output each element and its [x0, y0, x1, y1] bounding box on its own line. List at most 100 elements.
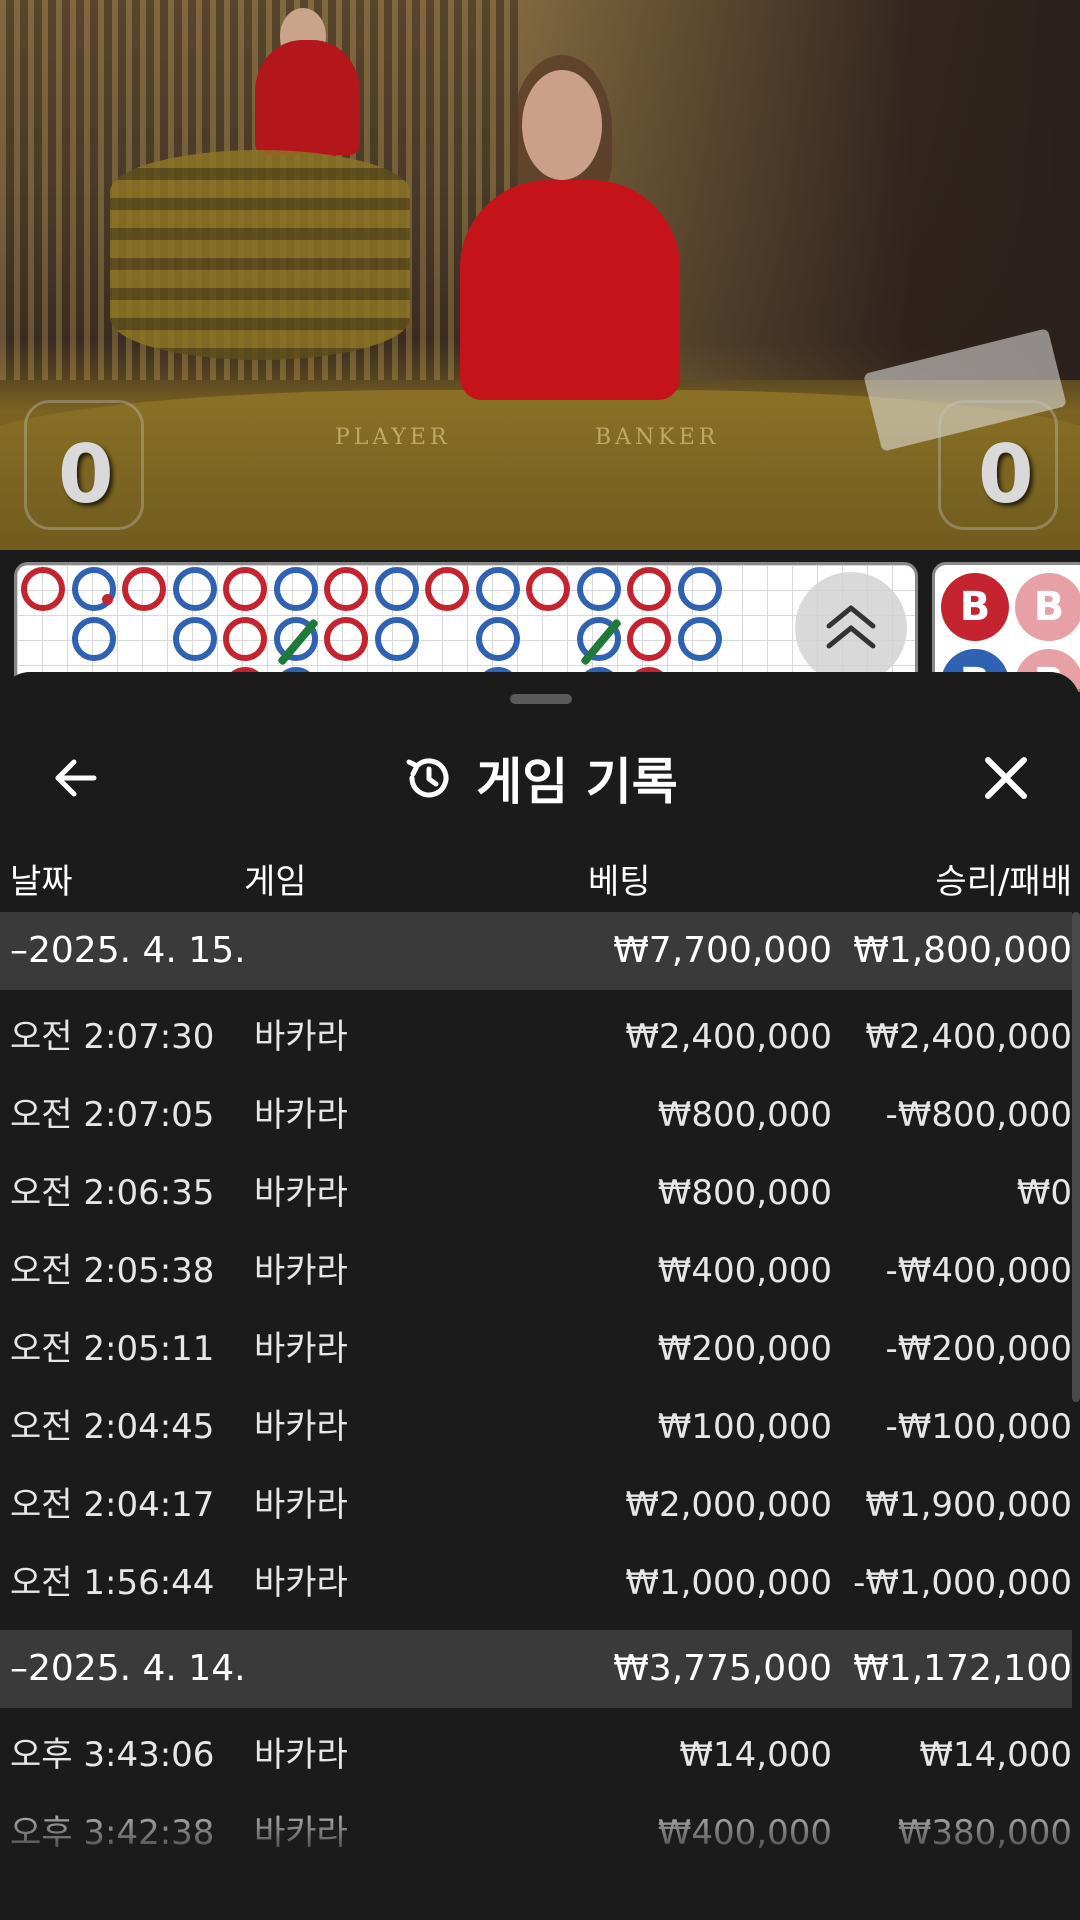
close-button[interactable]: [978, 750, 1034, 806]
row-time: 오전 1:56:44: [10, 1563, 215, 1603]
row-game: 바카라: [254, 1735, 348, 1775]
list-fade: [0, 1792, 1080, 1920]
row-time: 오전 2:05:11: [10, 1329, 215, 1369]
row-win-loss: -₩400,000: [885, 1251, 1073, 1291]
history-row[interactable]: 오전 2:07:05 바카라 ₩800,000 -₩800,000: [0, 1076, 1072, 1154]
row-time: 오전 2:07:05: [10, 1095, 215, 1135]
player-bead: [71, 567, 116, 611]
history-clock-icon: [406, 758, 449, 798]
row-bet: ₩200,000: [657, 1329, 832, 1369]
column-header-win-loss: 승리/패배: [935, 862, 1072, 902]
expand-roadmap-button[interactable]: [795, 572, 907, 684]
tie-slash: [579, 617, 622, 667]
background-dealer-body: [255, 40, 360, 155]
row-game: 바카라: [254, 1485, 348, 1525]
banker-bead: [324, 617, 368, 661]
row-game: 바카라: [254, 1329, 348, 1369]
banker-badge: B: [941, 573, 1009, 641]
banker-bead: [223, 617, 267, 661]
live-video: PLAYER BANKER: [0, 0, 1080, 550]
banker-pair-dot: [101, 594, 113, 605]
date-group-header[interactable]: –2025. 4. 15. ₩7,700,000 ₩1,800,000: [0, 912, 1072, 990]
history-row[interactable]: 오전 2:04:17 바카라 ₩2,000,000 ₩1,900,000: [0, 1466, 1072, 1544]
player-bead: [576, 567, 621, 611]
row-time: 오전 2:04:17: [10, 1485, 215, 1525]
date-group-header[interactable]: –2025. 4. 14. ₩3,775,000 ₩1,172,100: [0, 1630, 1072, 1708]
row-bet: ₩2,000,000: [625, 1485, 832, 1525]
group-date: –2025. 4. 15.: [10, 930, 246, 971]
banker-bead: [627, 567, 671, 611]
row-win-loss: -₩800,000: [885, 1095, 1073, 1135]
group-total-win-loss: ₩1,800,000: [853, 930, 1072, 971]
history-row[interactable]: 오후 3:43:06 바카라 ₩14,000 ₩14,000: [0, 1716, 1072, 1794]
row-game: 바카라: [254, 1251, 348, 1291]
sheet-drag-handle[interactable]: [510, 694, 572, 704]
close-icon: [985, 757, 1027, 799]
history-row[interactable]: 오전 2:04:45 바카라 ₩100,000 -₩100,000: [0, 1388, 1072, 1466]
row-bet: ₩100,000: [657, 1407, 832, 1447]
player-bead: [273, 567, 318, 611]
row-game: 바카라: [254, 1407, 348, 1447]
row-time: 오전 2:06:35: [10, 1173, 215, 1213]
chevron-double-up-icon: [826, 605, 876, 649]
row-game: 바카라: [254, 1173, 348, 1213]
scrollbar[interactable]: [1072, 912, 1080, 1402]
banker-bead: [627, 617, 671, 661]
banker-bead: [526, 567, 570, 611]
group-total-bet: ₩3,775,000: [613, 1648, 832, 1689]
banker-bead: [425, 567, 469, 611]
group-total-bet: ₩7,700,000: [613, 930, 832, 971]
row-win-loss: ₩2,400,000: [865, 1017, 1072, 1057]
row-time: 오후 3:43:06: [10, 1735, 215, 1775]
player-bead: [71, 617, 116, 661]
history-row[interactable]: 오전 2:07:30 바카라 ₩2,400,000 ₩2,400,000: [0, 998, 1072, 1076]
banker-bead: [122, 567, 166, 611]
player-bead: [172, 617, 217, 661]
row-bet: ₩1,000,000: [625, 1563, 832, 1603]
player-bead: [172, 567, 217, 611]
player-bead: [475, 617, 520, 661]
history-row[interactable]: 오전 2:06:35 바카라 ₩800,000 ₩0: [0, 1154, 1072, 1232]
row-bet: ₩800,000: [657, 1173, 832, 1213]
row-bet: ₩2,400,000: [625, 1017, 832, 1057]
player-bead: [475, 567, 520, 611]
table-label-player: PLAYER: [335, 425, 451, 450]
banker-score: 0: [978, 428, 1034, 521]
row-bet: ₩800,000: [657, 1095, 832, 1135]
tie-slash: [276, 617, 319, 667]
sheet-title-group: 게임 기록: [0, 728, 1080, 828]
row-win-loss: ₩14,000: [919, 1735, 1072, 1775]
background-table: [110, 150, 410, 360]
row-time: 오전 2:04:45: [10, 1407, 215, 1447]
player-score: 0: [58, 428, 114, 521]
group-date: –2025. 4. 14.: [10, 1648, 246, 1689]
history-list[interactable]: –2025. 4. 15. ₩7,700,000 ₩1,800,000 오전 2:07…: [0, 912, 1072, 1880]
row-time: 오전 2:05:38: [10, 1251, 215, 1291]
banker-badge: B: [1015, 573, 1080, 641]
player-bead: [273, 617, 319, 667]
banker-bead: [21, 567, 65, 611]
row-win-loss: ₩0: [1016, 1173, 1072, 1213]
row-bet: ₩14,000: [679, 1735, 832, 1775]
row-game: 바카라: [254, 1563, 348, 1603]
table-label-banker: BANKER: [595, 425, 720, 450]
game-history-sheet: 게임 기록 날짜 게임 베팅 승리/패배 –2025. 4. 15. ₩7,700…: [0, 672, 1080, 1920]
column-header-game: 게임: [244, 862, 307, 902]
row-time: 오전 2:07:30: [10, 1017, 215, 1057]
row-win-loss: ₩1,900,000: [865, 1485, 1072, 1525]
player-bead: [374, 567, 419, 611]
banker-bead: [324, 567, 368, 611]
history-row[interactable]: 오전 2:05:11 바카라 ₩200,000 -₩200,000: [0, 1310, 1072, 1388]
row-game: 바카라: [254, 1017, 348, 1057]
sheet-header: 게임 기록: [0, 728, 1080, 828]
history-row[interactable]: 오전 2:05:38 바카라 ₩400,000 -₩400,000: [0, 1232, 1072, 1310]
player-bead: [576, 617, 622, 667]
history-row[interactable]: 오전 1:56:44 바카라 ₩1,000,000 -₩1,000,000: [0, 1544, 1072, 1622]
group-total-win-loss: ₩1,172,100: [853, 1648, 1072, 1689]
dealer-head: [522, 70, 602, 180]
player-bead: [374, 617, 419, 661]
banker-bead: [223, 567, 267, 611]
player-bead: [677, 617, 722, 661]
column-header-bet: 베팅: [588, 862, 651, 902]
row-win-loss: -₩100,000: [885, 1407, 1073, 1447]
